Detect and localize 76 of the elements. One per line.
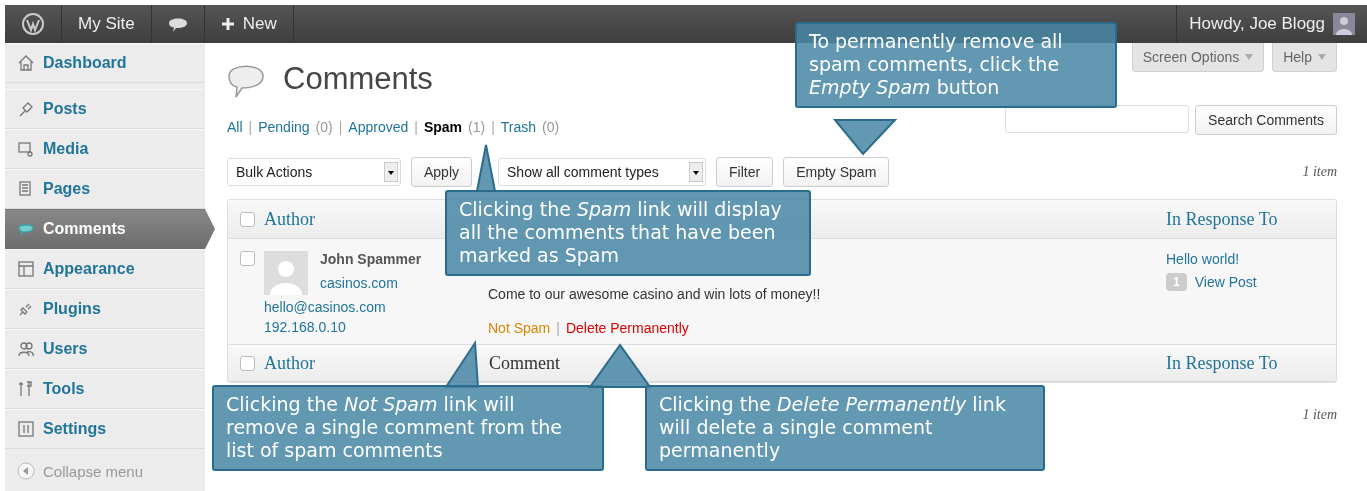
column-header[interactable]: Author — [264, 208, 315, 230]
greeting[interactable]: Howdy, Joe Blogg — [1189, 14, 1325, 34]
callout: To permanently remove all spam comments, click the Empty Spam button — [795, 22, 1117, 109]
column-header[interactable]: In Response To — [1166, 208, 1278, 230]
avatar-icon — [1333, 13, 1355, 35]
caret-icon — [1318, 54, 1326, 60]
separator: | — [414, 119, 418, 135]
comment-text: Come to our awesome casino and win lots of money!! — [488, 286, 822, 302]
bulk-actions-select[interactable]: Bulk Actions — [227, 158, 401, 186]
author-name: John Spammer — [320, 251, 422, 267]
separator: | — [556, 320, 560, 336]
sidebar-item[interactable]: Media — [5, 129, 205, 169]
sidebar-item[interactable]: Dashboard — [5, 43, 205, 83]
callout: Clicking the Spam link will display all the comments that have been marked as Spam — [445, 190, 811, 277]
filter-link[interactable]: Trash — [500, 119, 537, 135]
apply-button[interactable]: Apply — [411, 157, 473, 187]
author-site-link[interactable]: casinos.com — [320, 275, 422, 291]
separator: | — [338, 119, 343, 135]
new-menu[interactable]: New — [204, 5, 294, 43]
sidebar-item[interactable]: Tools — [5, 369, 205, 409]
plus-icon — [220, 17, 235, 31]
filter-count: (0) — [315, 119, 333, 135]
item-count: 1 item — [1302, 164, 1337, 180]
collapse-menu[interactable]: Collapse menu — [5, 453, 205, 489]
filter-link[interactable]: Pending — [258, 119, 310, 135]
avatar-placeholder — [264, 251, 308, 295]
column-header: Comment — [489, 352, 560, 374]
filter-link[interactable]: Spam — [423, 119, 463, 135]
view-post-link[interactable]: View Post — [1194, 274, 1257, 290]
column-header[interactable]: Author — [264, 352, 489, 374]
filter-count: (1) — [468, 119, 486, 135]
checkbox[interactable] — [240, 251, 255, 266]
callout-pointer — [476, 145, 496, 191]
sidebar-item[interactable]: Plugins — [5, 289, 205, 329]
caret-icon — [1245, 54, 1254, 60]
author-email-link[interactable]: hello@casinos.com — [264, 299, 488, 315]
separator: | — [248, 119, 253, 135]
screen-tab[interactable]: Screen Options — [1131, 43, 1265, 72]
sidebar-item[interactable]: Posts — [5, 89, 205, 129]
dropdown-arrow-icon — [384, 162, 398, 182]
dropdown-arrow-icon — [689, 162, 704, 182]
callout: Clicking the Delete Permanently link will delete a single comment permanently — [645, 385, 1045, 472]
settings-icon — [17, 420, 35, 438]
column-header[interactable]: In Response To — [1166, 352, 1278, 374]
house-icon — [17, 54, 35, 72]
sidebar-item[interactable]: Settings — [5, 409, 205, 449]
filter-count: (0) — [542, 119, 560, 135]
screen-tab[interactable]: Help — [1272, 43, 1337, 72]
checkbox[interactable] — [240, 355, 255, 371]
callout: Clicking the Not Spam link will remove a single comment from the list of spam comments — [212, 385, 604, 472]
sidebar-item[interactable]: Users — [5, 329, 205, 369]
sidebar-item[interactable]: Appearance — [5, 249, 205, 289]
comment-type-select[interactable]: Show all comment types — [498, 158, 707, 186]
comment-action-link[interactable]: Delete Permanently — [565, 320, 689, 336]
post-link[interactable]: Hello world! — [1166, 251, 1336, 267]
pin-icon — [17, 100, 35, 118]
users-icon — [17, 340, 35, 358]
search-button[interactable]: Search Comments — [1195, 105, 1337, 135]
checkbox[interactable] — [240, 211, 255, 227]
empty-spam-button[interactable]: Empty Spam — [783, 157, 890, 187]
callout-pointer — [835, 120, 895, 154]
media-icon — [17, 140, 35, 158]
filter-link[interactable]: Approved — [348, 119, 409, 135]
callout-pointer — [590, 345, 650, 387]
layout-icon — [17, 260, 35, 278]
page-title: Comments — [283, 61, 433, 97]
author-ip-link[interactable]: 192.168.0.10 — [264, 319, 488, 335]
comment-action-link[interactable]: Not Spam — [488, 320, 551, 336]
sidebar-item[interactable]: Comments — [5, 209, 215, 249]
tools-icon — [17, 380, 35, 398]
filter-button[interactable]: Filter — [716, 157, 774, 187]
separator: | — [491, 119, 495, 135]
filter-link[interactable]: All — [227, 119, 243, 135]
item-count: 1 item — [1302, 407, 1337, 423]
my-site-link[interactable]: My Site — [62, 5, 152, 43]
search-field[interactable] — [1005, 105, 1190, 133]
